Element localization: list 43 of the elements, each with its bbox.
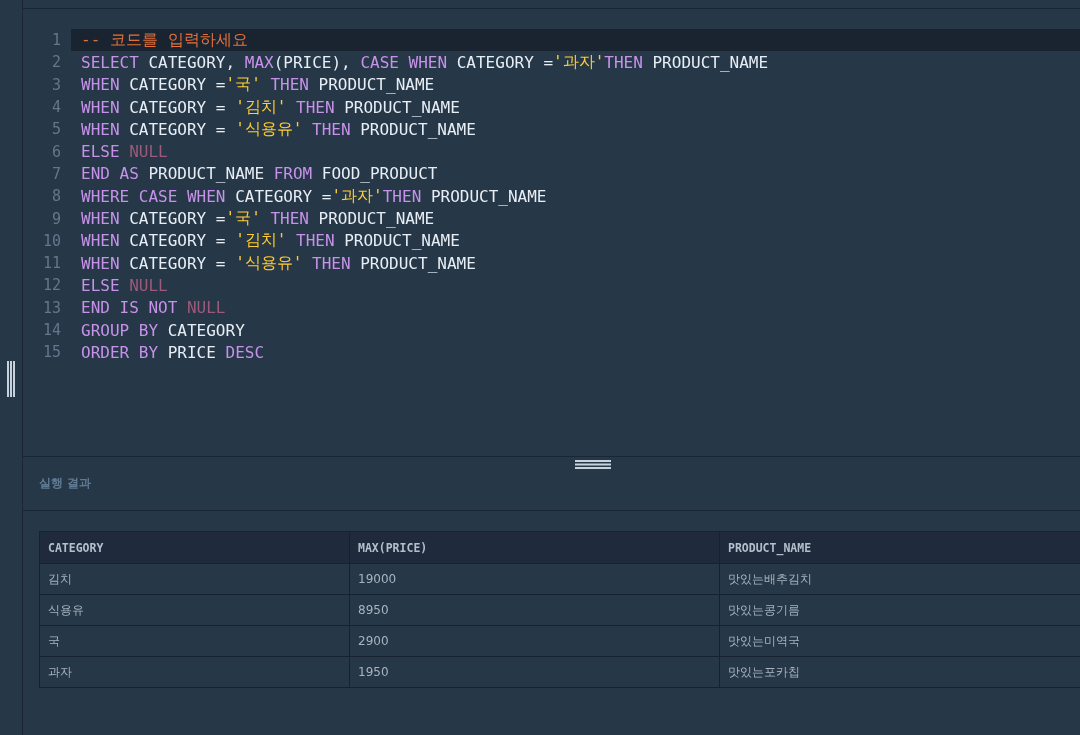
code-line: ELSE NULL (80, 274, 169, 297)
panel-resize-handle-icon[interactable] (6, 360, 16, 397)
table-cell: 2900 (349, 625, 720, 657)
line-number: 7 (50, 164, 62, 183)
code-line: WHERE CASE WHEN CATEGORY ='과자'THEN PRODUCT_NAME (80, 185, 548, 208)
table-cell: 8950 (349, 594, 720, 626)
column-header: PRODUCT_NAME (719, 531, 1080, 564)
code-line: END IS NOT NULL (80, 297, 227, 319)
results-title: 실행 결과 (39, 475, 92, 492)
code-line: WHEN CATEGORY = '김치' THEN PRODUCT_NAME (80, 229, 461, 252)
line-number: 3 (50, 75, 62, 94)
line-number: 9 (50, 209, 62, 228)
code-line: END AS PRODUCT_NAME FROM FOOD_PRODUCT (80, 163, 439, 186)
line-number: 13 (41, 298, 62, 317)
splitter-handle-icon[interactable] (575, 460, 611, 469)
code-line: ORDER BY PRICE DESC (80, 341, 266, 364)
code-line: ELSE NULL (80, 141, 169, 163)
line-number: 5 (50, 120, 62, 139)
line-number: 11 (41, 254, 62, 273)
column-header: CATEGORY (39, 531, 350, 564)
line-number: 12 (41, 276, 62, 295)
code-line: WHEN CATEGORY = '식용유' THEN PRODUCT_NAME (80, 118, 477, 141)
table-cell: 19000 (349, 563, 720, 595)
code-line: WHEN CATEGORY = '식용유' THEN PRODUCT_NAME (80, 251, 477, 275)
column-header: MAX(PRICE) (349, 531, 720, 564)
code-line: GROUP BY CATEGORY (80, 319, 246, 342)
table-cell: 1950 (349, 656, 720, 688)
code-line: WHEN CATEGORY ='국' THEN PRODUCT_NAME (80, 207, 436, 230)
line-number: 15 (41, 343, 62, 362)
line-number: 2 (50, 53, 62, 72)
table-cell: 국 (39, 625, 350, 657)
table-cell: 과자 (39, 656, 350, 688)
table-cell: 김치 (39, 563, 350, 595)
line-number: 10 (41, 231, 62, 250)
line-number: 14 (41, 321, 62, 339)
table-cell: 식용유 (39, 594, 350, 626)
code-line: SELECT CATEGORY, MAX(PRICE), CASE WHEN CATEGORY ='과자'THEN PRODUCT_NAME (80, 51, 770, 74)
line-number: 1 (50, 31, 62, 50)
line-number: 8 (50, 187, 62, 206)
code-line: WHEN CATEGORY = '김치' THEN PRODUCT_NAME (80, 95, 461, 119)
line-number: 6 (50, 142, 62, 161)
code-line: WHEN CATEGORY ='국' THEN PRODUCT_NAME (80, 73, 436, 96)
line-number: 4 (50, 98, 62, 117)
